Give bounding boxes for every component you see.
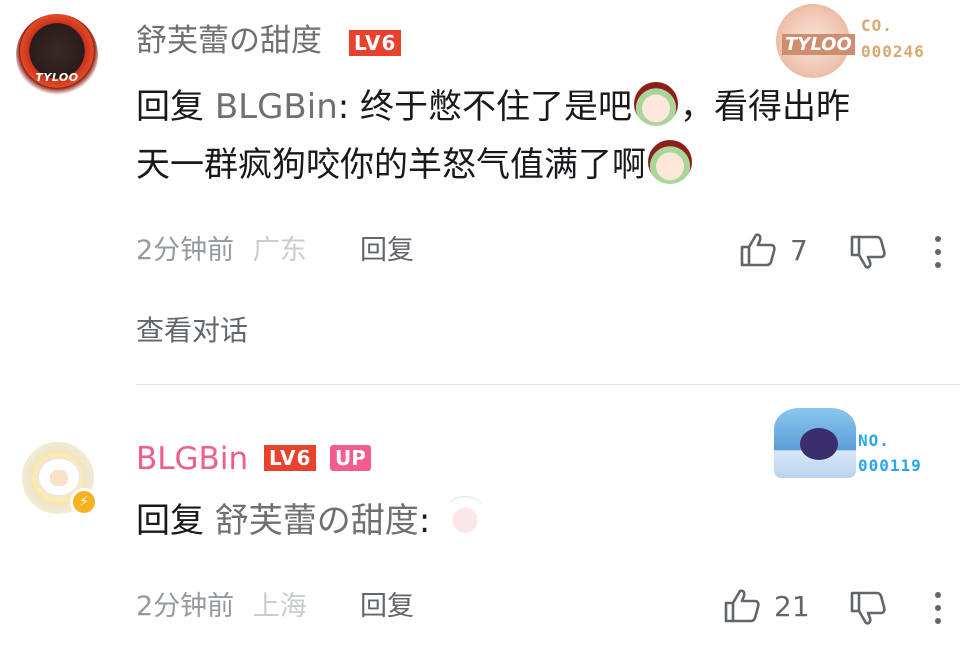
reply-button[interactable]: 回复 <box>360 233 414 269</box>
fan-badge-number: 000246 <box>861 42 925 61</box>
level-badge: LV6 <box>349 30 402 56</box>
fan-badge-prefix: CO. <box>861 16 893 35</box>
mention-link[interactable]: 舒芙蕾の甜度 <box>215 501 419 541</box>
more-vertical-icon[interactable] <box>932 235 944 269</box>
username[interactable]: BLGBin <box>136 440 248 478</box>
comment-text-line-1: 回复 BLGBin: 终于憋不住了是吧 ，看得出昨 <box>136 78 850 136</box>
comment-meta: 2分钟前 上海 <box>136 589 307 625</box>
comment-divider <box>136 384 960 385</box>
timestamp: 2分钟前 <box>136 591 235 622</box>
thumbs-down-icon[interactable] <box>848 588 888 628</box>
timestamp: 2分钟前 <box>136 235 235 266</box>
avatar-logo-text: TYLOO <box>35 71 79 84</box>
reply-button[interactable]: 回复 <box>360 589 414 625</box>
fan-badge[interactable]: NO. 000119 <box>770 404 950 482</box>
comment-text: 天一群疯狗咬你的羊怒气值满了啊 <box>136 145 646 185</box>
view-conversation-link[interactable]: 查看对话 <box>136 312 248 350</box>
sheep-avatar-art <box>39 459 79 495</box>
like-count: 7 <box>790 233 808 267</box>
mention-link[interactable]: BLGBin <box>215 87 338 127</box>
comment-text-line-1: 回复 舒芙蕾の甜度: <box>136 492 489 550</box>
lightning-icon: ⚡ <box>70 488 98 516</box>
comment-text: ，看得出昨 <box>680 87 851 127</box>
thumbs-down-icon[interactable] <box>848 232 888 272</box>
fan-badge-prefix: NO. <box>858 431 890 450</box>
reply-prefix: 回复 <box>136 87 204 127</box>
emoji-sticker <box>443 496 488 540</box>
ip-location: 广东 <box>252 235 307 266</box>
like-button[interactable]: 7 <box>738 230 808 270</box>
like-count: 21 <box>774 589 810 623</box>
fan-badge-logo: TYLOO <box>782 34 855 55</box>
fan-badge-emblem <box>774 408 856 478</box>
emoji-sticker <box>648 140 692 184</box>
comment-text: : 终于憋不住了是吧 <box>337 87 633 127</box>
up-badge: UP <box>330 445 371 471</box>
comment-meta: 2分钟前 广东 <box>136 233 307 269</box>
ip-location: 上海 <box>252 591 307 622</box>
fan-badge[interactable]: TYLOO CO. 000246 <box>776 4 946 78</box>
comment-text-line-2: 天一群疯狗咬你的羊怒气值满了啊 <box>136 136 694 194</box>
like-button[interactable]: 21 <box>722 586 810 626</box>
thumbs-up-icon <box>724 589 760 623</box>
reply-prefix: 回复 <box>136 501 204 541</box>
username[interactable]: 舒芙蕾の甜度 <box>136 22 322 60</box>
comment-item: TYLOO 舒芙蕾の甜度 LV6 TYLOO CO. 000246 回复 BLG… <box>0 0 960 385</box>
more-vertical-icon[interactable] <box>932 591 944 625</box>
emoji-sticker <box>634 82 679 126</box>
avatar[interactable]: TYLOO <box>16 14 98 96</box>
level-badge: LV6 <box>264 445 317 471</box>
thumbs-up-icon <box>740 233 776 267</box>
fan-badge-number: 000119 <box>858 456 922 475</box>
comment-text: : <box>418 501 431 541</box>
